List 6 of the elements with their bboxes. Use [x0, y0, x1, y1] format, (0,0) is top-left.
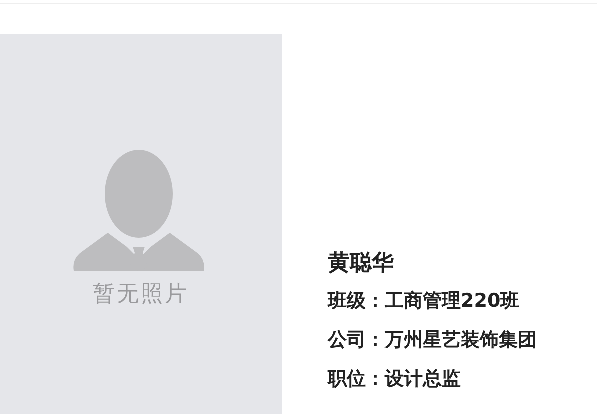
person-name: 黄聪华 — [328, 250, 395, 278]
person-silhouette-icon — [72, 149, 206, 273]
no-photo-caption: 暂无照片 — [93, 281, 189, 309]
profile-field: 职位：设计总监 — [328, 369, 537, 389]
profile-field: 班级：工商管理220班 — [328, 291, 537, 311]
profile-field: 公司：万州星艺装饰集团 — [328, 330, 537, 350]
